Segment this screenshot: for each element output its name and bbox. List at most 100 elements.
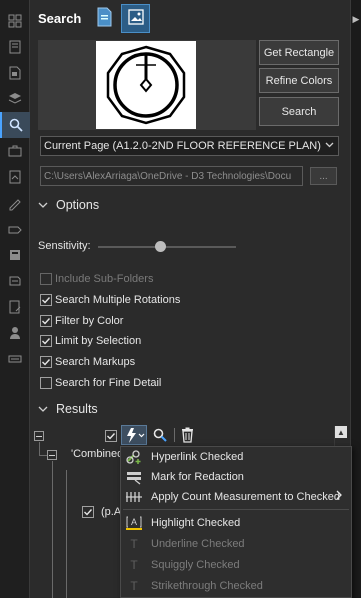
chevron-down-icon [325, 142, 334, 148]
bookmarks-icon[interactable] [0, 34, 30, 60]
browse-button[interactable]: ... [310, 167, 337, 185]
options-title: Options [56, 198, 100, 212]
users-icon[interactable] [0, 320, 30, 346]
chevron-down-icon [38, 406, 48, 412]
tree-connector [39, 455, 47, 456]
option-checkbox[interactable] [40, 356, 52, 368]
sensitivity-slider-thumb[interactable] [154, 241, 166, 252]
tree-item-child[interactable]: (p.A [101, 506, 121, 518]
menu-item-label: Apply Count Measurement to Checked [151, 491, 340, 503]
left-tool-rail [0, 0, 30, 598]
menu-item-apply-count-measurement[interactable]: Apply Count Measurement to Checked [121, 487, 351, 507]
file-access-icon[interactable] [0, 60, 30, 86]
zoom-to-result-icon[interactable] [152, 427, 168, 446]
menu-item-squiggly-checked[interactable]: T Squiggly Checked [121, 555, 351, 575]
chevron-right-icon [336, 490, 342, 500]
collapse-arrow-icon[interactable]: ▶ [351, 14, 361, 25]
toolbar-divider [174, 428, 175, 442]
folder-path-field[interactable]: C:\Users\AlexArriaga\OneDrive - D3 Techn… [40, 166, 303, 186]
option-checkbox-row[interactable]: Filter by Color [40, 314, 123, 328]
option-label: Limit by Selection [55, 335, 142, 347]
tags-icon[interactable] [0, 216, 30, 242]
actions-context-menu: Hyperlink Checked Mark for Redaction App… [120, 446, 352, 598]
menu-item-underline-checked[interactable]: T Underline Checked [121, 534, 351, 554]
option-checkbox[interactable] [40, 273, 52, 285]
underline-icon: T [124, 535, 144, 553]
hyperlink-icon [124, 448, 144, 466]
svg-text:T: T [130, 558, 138, 572]
thumbnails-icon[interactable] [0, 8, 30, 34]
symbol-preview-image [96, 41, 196, 129]
menu-item-label: Strikethrough Checked [151, 580, 263, 592]
option-checkbox-row[interactable]: Search Multiple Rotations [40, 293, 180, 307]
svg-text:T: T [130, 579, 138, 593]
option-checkbox[interactable] [40, 377, 52, 389]
panel-title: Search [38, 11, 82, 26]
checkmark-icon [42, 359, 51, 366]
visual-search-tab[interactable] [121, 4, 150, 33]
menu-item-label: Highlight Checked [151, 517, 241, 529]
highlight-icon: A [124, 514, 144, 532]
keyboard-icon[interactable] [0, 346, 30, 372]
tree-collapse-icon[interactable] [47, 450, 57, 460]
tree-item-checkbox[interactable] [82, 506, 94, 518]
delete-icon[interactable] [180, 427, 195, 446]
page-scope-select[interactable]: Current Page (A1.2.0-2ND FLOOR REFERENCE… [40, 136, 339, 156]
studio-icon[interactable] [0, 164, 30, 190]
tree-connector [39, 442, 40, 456]
tree-connector [66, 470, 67, 598]
search-icon[interactable] [0, 112, 30, 138]
signatures-icon[interactable] [0, 190, 30, 216]
strikethrough-icon: T [124, 577, 144, 595]
option-checkbox[interactable] [40, 315, 52, 327]
markups-list-icon[interactable] [0, 294, 30, 320]
checkmark-icon [42, 318, 51, 325]
option-checkbox-row[interactable]: Limit by Selection [40, 334, 141, 348]
sensitivity-label: Sensitivity: [38, 240, 91, 252]
get-rectangle-button[interactable]: Get Rectangle [259, 40, 339, 65]
option-label: Search for Fine Detail [55, 377, 162, 389]
check-all-checkbox[interactable] [105, 430, 117, 442]
search-button[interactable]: Search [259, 97, 339, 126]
count-measure-icon [124, 488, 144, 506]
checkmark-icon [42, 297, 51, 304]
measurements-icon[interactable] [0, 268, 30, 294]
image-search-icon [127, 8, 145, 29]
option-checkbox-row[interactable]: Search Markups [40, 355, 135, 369]
tree-connector [52, 461, 53, 598]
option-label: Filter by Color [55, 315, 124, 327]
sensitivity-slider-track[interactable] [98, 246, 236, 248]
checkmark-icon [42, 338, 51, 345]
redaction-icon [124, 468, 144, 486]
text-search-tab[interactable] [90, 4, 119, 33]
squiggly-icon: T [124, 556, 144, 574]
option-label: Search Markups [55, 356, 136, 368]
properties-icon[interactable] [0, 242, 30, 268]
actions-dropdown-button[interactable] [121, 425, 147, 445]
lightning-icon [127, 428, 145, 443]
option-checkbox[interactable] [40, 335, 52, 347]
scroll-up-icon[interactable]: ▲ [335, 426, 347, 438]
svg-text:A: A [131, 517, 137, 527]
menu-item-highlight-checked[interactable]: A Highlight Checked [121, 513, 351, 533]
option-label: Search Multiple Rotations [55, 294, 181, 306]
option-checkbox[interactable] [40, 294, 52, 306]
menu-item-mark-for-redaction[interactable]: Mark for Redaction [121, 467, 351, 487]
svg-text:T: T [130, 537, 138, 551]
option-checkbox-row[interactable]: Include Sub-Folders [40, 272, 153, 286]
option-checkbox-row[interactable]: Search for Fine Detail [40, 376, 161, 390]
tree-item-root[interactable]: 'Combined [71, 448, 123, 460]
menu-item-strikethrough-checked[interactable]: T Strikethrough Checked [121, 576, 351, 596]
chevron-down-icon [38, 202, 48, 208]
search-panel-header: Search [30, 0, 350, 37]
menu-item-hyperlink-checked[interactable]: Hyperlink Checked [121, 447, 351, 467]
menu-separator [123, 509, 349, 510]
layers-icon[interactable] [0, 86, 30, 112]
collapse-all-icon[interactable] [34, 431, 44, 441]
refine-colors-button[interactable]: Refine Colors [259, 68, 339, 93]
results-section-header[interactable]: Results [38, 402, 98, 416]
options-section-header[interactable]: Options [38, 198, 99, 212]
menu-item-label: Hyperlink Checked [151, 451, 244, 463]
toolchest-icon[interactable] [0, 138, 30, 164]
results-title: Results [56, 402, 98, 416]
